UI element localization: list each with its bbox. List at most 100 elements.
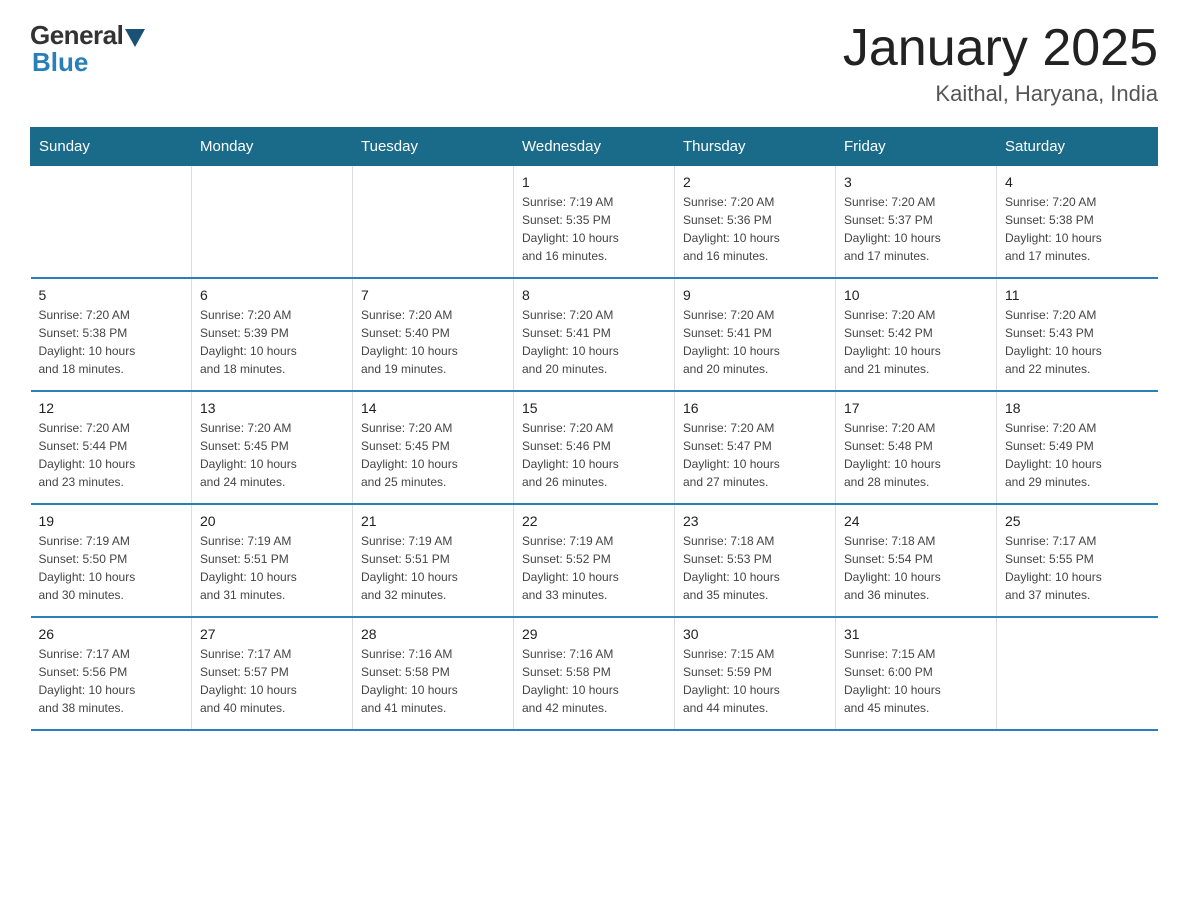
day-number: 27 [200,626,344,642]
day-number: 28 [361,626,505,642]
day-number: 10 [844,287,988,303]
header-cell-tuesday: Tuesday [353,128,514,166]
day-number: 13 [200,400,344,416]
day-number: 30 [683,626,827,642]
day-info: Sunrise: 7:20 AMSunset: 5:38 PMDaylight:… [1005,193,1150,265]
header-cell-wednesday: Wednesday [514,128,675,166]
day-number: 6 [200,287,344,303]
day-number: 19 [39,513,184,529]
calendar-cell: 9 Sunrise: 7:20 AMSunset: 5:41 PMDaylight… [675,278,836,391]
day-number: 11 [1005,287,1150,303]
calendar-cell: 12Sunrise: 7:20 AMSunset: 5:44 PMDayligh… [31,391,192,504]
calendar-cell: 3 Sunrise: 7:20 AMSunset: 5:37 PMDaylight… [836,166,997,279]
calendar-cell: 2Sunrise: 7:20 AMSunset: 5:36 PMDaylight… [675,166,836,279]
day-info: Sunrise: 7:16 AMSunset: 5:58 PMDaylight:… [522,645,666,717]
header-cell-friday: Friday [836,128,997,166]
calendar-cell: 18 Sunrise: 7:20 AMSunset: 5:49 PMDayligh… [997,391,1158,504]
header-row: SundayMondayTuesdayWednesdayThursdayFrid… [31,128,1158,166]
calendar-cell: 24Sunrise: 7:18 AMSunset: 5:54 PMDayligh… [836,504,997,617]
day-number: 20 [200,513,344,529]
day-info: Sunrise: 7:20 AMSunset: 5:45 PMDaylight:… [361,419,505,491]
day-info: Sunrise: 7:20 AMSunset: 5:47 PMDaylight:… [683,419,827,491]
day-info: Sunrise: 7:20 AMSunset: 5:42 PMDaylight:… [844,306,988,378]
calendar-cell [353,166,514,279]
day-info: Sunrise: 7:20 AMSunset: 5:39 PMDaylight:… [200,306,344,378]
calendar-cell: 5Sunrise: 7:20 AMSunset: 5:38 PMDaylight… [31,278,192,391]
calendar-cell: 13 Sunrise: 7:20 AMSunset: 5:45 PMDayligh… [192,391,353,504]
week-row-2: 5Sunrise: 7:20 AMSunset: 5:38 PMDaylight… [31,278,1158,391]
day-number: 4 [1005,174,1150,190]
day-number: 9 [683,287,827,303]
day-info: Sunrise: 7:20 AMSunset: 5:49 PMDaylight:… [1005,419,1150,491]
calendar-cell: 22Sunrise: 7:19 AMSunset: 5:52 PMDayligh… [514,504,675,617]
calendar-cell [997,617,1158,730]
header-cell-monday: Monday [192,128,353,166]
day-number: 21 [361,513,505,529]
calendar-cell: 8 Sunrise: 7:20 AMSunset: 5:41 PMDaylight… [514,278,675,391]
day-number: 1 [522,174,666,190]
day-number: 17 [844,400,988,416]
day-info: Sunrise: 7:19 AMSunset: 5:51 PMDaylight:… [200,532,344,604]
calendar-cell: 15 Sunrise: 7:20 AMSunset: 5:46 PMDayligh… [514,391,675,504]
day-number: 8 [522,287,666,303]
calendar-cell: 16 Sunrise: 7:20 AMSunset: 5:47 PMDayligh… [675,391,836,504]
calendar-cell: 27 Sunrise: 7:17 AMSunset: 5:57 PMDayligh… [192,617,353,730]
day-number: 26 [39,626,184,642]
day-info: Sunrise: 7:17 AMSunset: 5:55 PMDaylight:… [1005,532,1150,604]
day-number: 18 [1005,400,1150,416]
calendar-cell: 20 Sunrise: 7:19 AMSunset: 5:51 PMDayligh… [192,504,353,617]
calendar-subtitle: Kaithal, Haryana, India [843,81,1158,107]
calendar-cell: 31Sunrise: 7:15 AMSunset: 6:00 PMDayligh… [836,617,997,730]
day-number: 23 [683,513,827,529]
day-info: Sunrise: 7:20 AMSunset: 5:45 PMDaylight:… [200,419,344,491]
day-info: Sunrise: 7:20 AMSunset: 5:48 PMDaylight:… [844,419,988,491]
calendar-cell: 7Sunrise: 7:20 AMSunset: 5:40 PMDaylight… [353,278,514,391]
calendar-cell: 23 Sunrise: 7:18 AMSunset: 5:53 PMDayligh… [675,504,836,617]
day-number: 3 [844,174,988,190]
week-row-1: 1Sunrise: 7:19 AMSunset: 5:35 PMDaylight… [31,166,1158,279]
header-cell-saturday: Saturday [997,128,1158,166]
day-info: Sunrise: 7:20 AMSunset: 5:43 PMDaylight:… [1005,306,1150,378]
calendar-cell: 11 Sunrise: 7:20 AMSunset: 5:43 PMDayligh… [997,278,1158,391]
day-info: Sunrise: 7:20 AMSunset: 5:46 PMDaylight:… [522,419,666,491]
logo-triangle-icon [125,29,145,47]
day-info: Sunrise: 7:20 AMSunset: 5:40 PMDaylight:… [361,306,505,378]
day-number: 16 [683,400,827,416]
day-info: Sunrise: 7:19 AMSunset: 5:50 PMDaylight:… [39,532,184,604]
week-row-5: 26 Sunrise: 7:17 AMSunset: 5:56 PMDayligh… [31,617,1158,730]
title-block: January 2025 Kaithal, Haryana, India [843,20,1158,107]
day-info: Sunrise: 7:20 AMSunset: 5:41 PMDaylight:… [522,306,666,378]
day-info: Sunrise: 7:20 AMSunset: 5:38 PMDaylight:… [39,306,184,378]
calendar-title: January 2025 [843,20,1158,77]
week-row-3: 12Sunrise: 7:20 AMSunset: 5:44 PMDayligh… [31,391,1158,504]
day-info: Sunrise: 7:20 AMSunset: 5:41 PMDaylight:… [683,306,827,378]
calendar-cell: 30 Sunrise: 7:15 AMSunset: 5:59 PMDayligh… [675,617,836,730]
day-info: Sunrise: 7:15 AMSunset: 5:59 PMDaylight:… [683,645,827,717]
day-number: 15 [522,400,666,416]
day-info: Sunrise: 7:17 AMSunset: 5:56 PMDaylight:… [39,645,184,717]
calendar-cell: 6 Sunrise: 7:20 AMSunset: 5:39 PMDaylight… [192,278,353,391]
page-header: General Blue January 2025 Kaithal, Harya… [30,20,1158,107]
logo-blue-text: Blue [30,47,88,78]
header-cell-sunday: Sunday [31,128,192,166]
day-number: 22 [522,513,666,529]
day-info: Sunrise: 7:20 AMSunset: 5:44 PMDaylight:… [39,419,184,491]
day-info: Sunrise: 7:20 AMSunset: 5:36 PMDaylight:… [683,193,827,265]
calendar-cell [192,166,353,279]
calendar-cell: 17 Sunrise: 7:20 AMSunset: 5:48 PMDayligh… [836,391,997,504]
day-info: Sunrise: 7:18 AMSunset: 5:53 PMDaylight:… [683,532,827,604]
calendar-cell: 10 Sunrise: 7:20 AMSunset: 5:42 PMDayligh… [836,278,997,391]
day-number: 31 [844,626,988,642]
calendar-cell: 4 Sunrise: 7:20 AMSunset: 5:38 PMDaylight… [997,166,1158,279]
day-number: 29 [522,626,666,642]
calendar-table: SundayMondayTuesdayWednesdayThursdayFrid… [30,127,1158,731]
logo: General Blue [30,20,145,78]
calendar-cell [31,166,192,279]
day-info: Sunrise: 7:20 AMSunset: 5:37 PMDaylight:… [844,193,988,265]
day-info: Sunrise: 7:17 AMSunset: 5:57 PMDaylight:… [200,645,344,717]
day-info: Sunrise: 7:18 AMSunset: 5:54 PMDaylight:… [844,532,988,604]
header-cell-thursday: Thursday [675,128,836,166]
calendar-cell: 28Sunrise: 7:16 AMSunset: 5:58 PMDayligh… [353,617,514,730]
week-row-4: 19 Sunrise: 7:19 AMSunset: 5:50 PMDayligh… [31,504,1158,617]
day-number: 25 [1005,513,1150,529]
